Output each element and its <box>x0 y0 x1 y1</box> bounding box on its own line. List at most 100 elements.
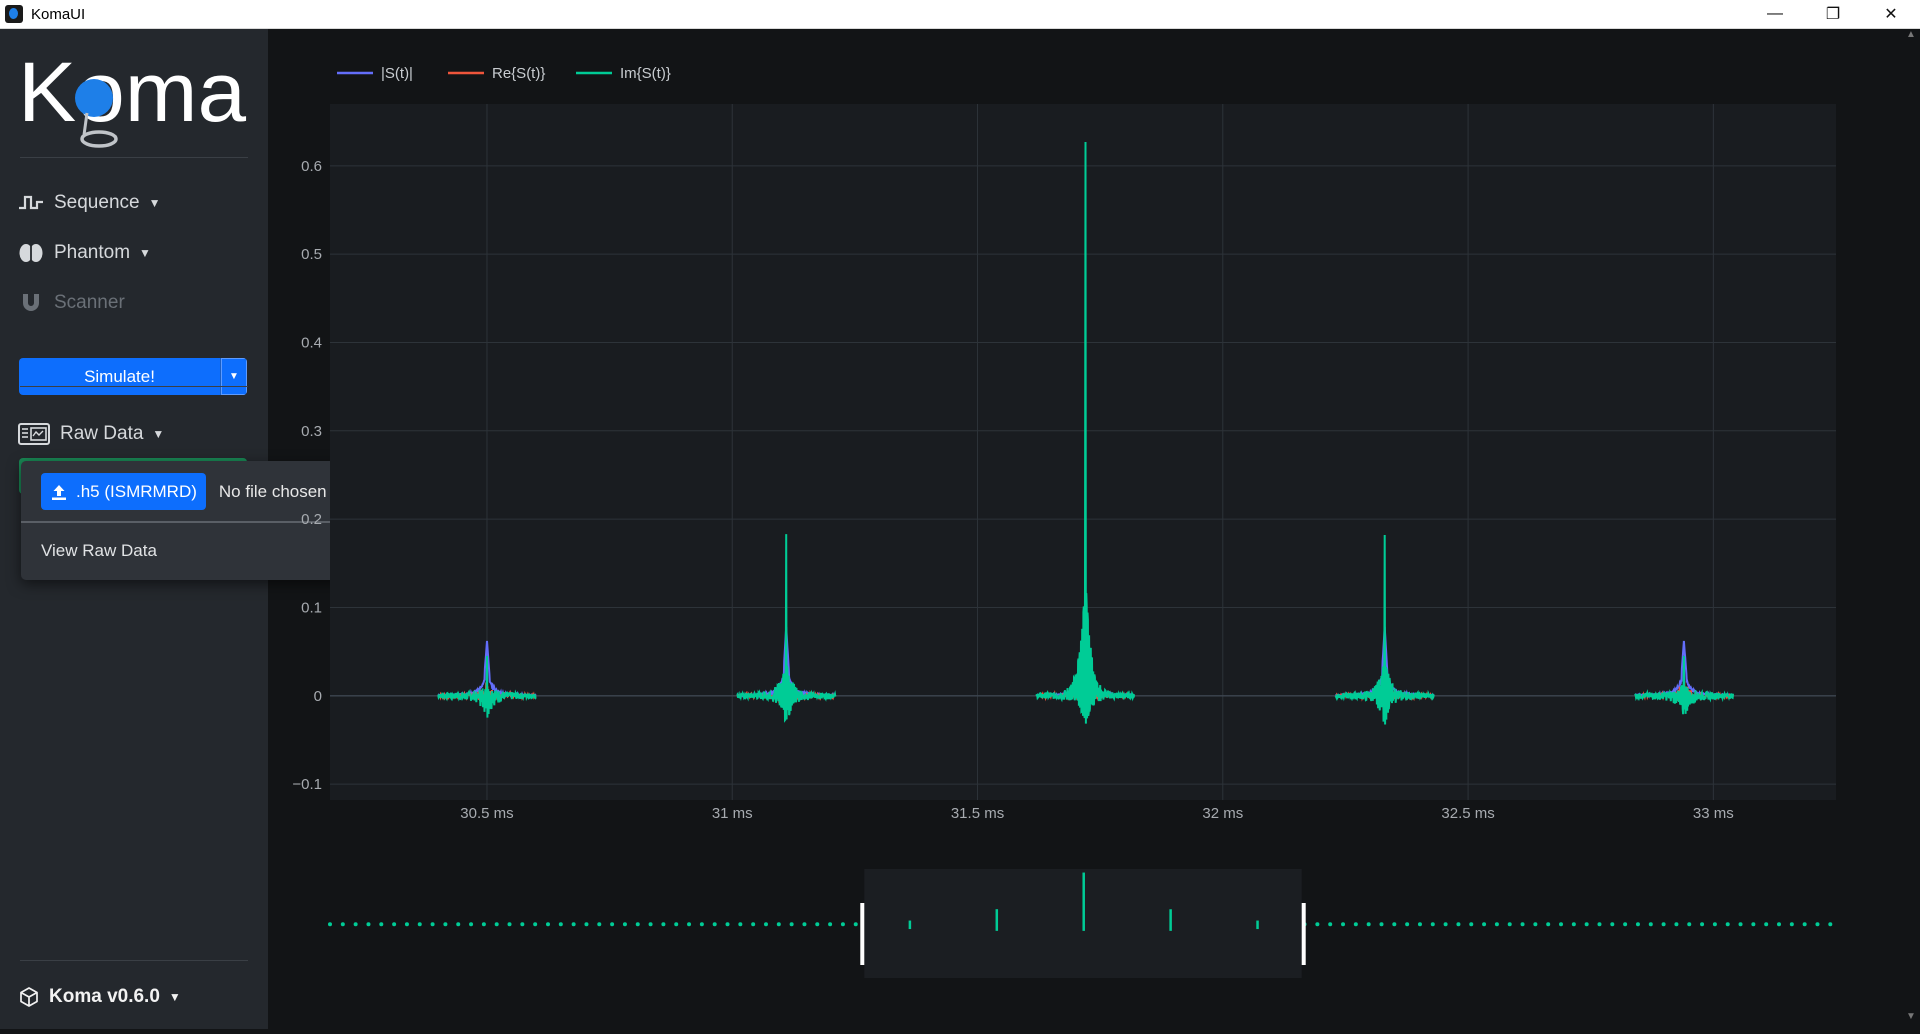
rangeslider-echo-dot <box>1623 922 1628 927</box>
chevron-down-icon: ▼ <box>152 427 165 441</box>
window-title: KomaUI <box>31 5 86 23</box>
simulate-options-toggle[interactable]: ▼ <box>220 358 247 395</box>
close-button[interactable]: ✕ <box>1862 0 1920 29</box>
rangeslider-echo-dot <box>802 922 807 927</box>
sidebar-divider <box>20 960 248 961</box>
rangeslider-echo-dot <box>1610 922 1615 927</box>
version-menu[interactable]: Koma v0.6.0 ▼ <box>18 985 181 1009</box>
logo-text: Koma <box>18 45 246 139</box>
koma-logo: Koma <box>18 45 246 148</box>
rangeslider-echo-dot <box>1712 922 1717 927</box>
sidebar-item-label: Phantom <box>54 242 131 263</box>
rangeslider-echo-dot <box>789 922 794 927</box>
rangeslider-echo-dot <box>840 922 845 927</box>
legend-label[interactable]: |S(t)| <box>381 65 413 82</box>
sidebar-item-raw-data[interactable]: Raw Data ▼ <box>18 422 164 446</box>
rangeslider-echo-dot <box>571 922 576 927</box>
rangeslider-echo-dot <box>1802 922 1807 927</box>
rangeslider-echo-dot <box>751 922 756 927</box>
raw-data-icon <box>18 422 50 446</box>
x-tick-label: 31.5 ms <box>951 805 1004 822</box>
rangeslider-echo-dot <box>520 922 525 927</box>
sidebar-item-phantom[interactable]: Phantom ▼ <box>18 241 151 265</box>
maximize-button[interactable]: ❐ <box>1804 0 1862 29</box>
scroll-up-arrow[interactable]: ▲ <box>1902 29 1920 47</box>
rangeslider-echo-dot <box>1353 922 1358 927</box>
rangeslider-echo-dot <box>1456 922 1461 927</box>
rangeslider-echo-dot <box>507 922 512 927</box>
rangeslider-echo-dot <box>1597 922 1602 927</box>
rangeslider-echo-dot <box>1417 922 1422 927</box>
rangeslider-echo-dot <box>545 922 550 927</box>
sidebar-item-scanner[interactable]: Scanner <box>18 291 125 315</box>
sequence-pulse-icon <box>18 191 44 215</box>
rangeslider-echo-dot <box>1661 922 1666 927</box>
simulate-button[interactable]: Simulate! <box>19 358 220 395</box>
window-title-bar: KomaUI — ❐ ✕ <box>0 0 1920 29</box>
upload-button-label: .h5 (ISMRMRD) <box>76 481 197 501</box>
sidebar-divider <box>20 386 248 387</box>
simulate-button-group: Simulate! ▼ <box>19 358 247 395</box>
rangeslider-echo-dot <box>584 922 589 927</box>
rangeslider-echo-dot <box>1405 922 1410 927</box>
rangeslider-echo-dot <box>597 922 602 927</box>
brain-icon <box>18 241 44 265</box>
cube-icon <box>18 985 40 1009</box>
rangeslider-echo-dot <box>1584 922 1589 927</box>
x-tick-label: 30.5 ms <box>460 805 513 822</box>
scroll-down-arrow[interactable]: ▼ <box>1902 1011 1920 1029</box>
y-tick-label: 0.3 <box>301 423 322 440</box>
rangeslider-echo-dot <box>712 922 717 927</box>
rangeslider-echo-dot <box>481 922 486 927</box>
rangeslider-echo-dot <box>1789 922 1794 927</box>
rangeslider-echo-dot <box>853 922 858 927</box>
y-tick-label: 0.5 <box>301 246 322 263</box>
rangeslider-echo-dot <box>1635 922 1640 927</box>
rangeslider-echo-dot <box>1379 922 1384 927</box>
sidebar-item-label: Raw Data <box>60 423 144 444</box>
x-tick-label: 32 ms <box>1202 805 1243 822</box>
rangeslider-echo-dot <box>1520 922 1525 927</box>
rangeslider-echo-dot <box>1738 922 1743 927</box>
signal-chart[interactable]: 30.5 ms 31 ms 31.5 ms 32 ms 32.5 ms 33 ms −0.1… <box>268 29 1920 1029</box>
rangeslider-echo-dot <box>687 922 692 927</box>
rangeslider-echo-dot <box>1546 922 1551 927</box>
rangeslider-echo-dot <box>1392 922 1397 927</box>
signal-plot-panel: 30.5 ms 31 ms 31.5 ms 32 ms 32.5 ms 33 ms −0.1… <box>268 29 1920 1029</box>
rangeslider-echo-dot <box>1648 922 1653 927</box>
legend-label[interactable]: Im{S(t)} <box>620 65 671 82</box>
rangeslider-echo-dot <box>443 922 448 927</box>
x-tick-label: 31 ms <box>712 805 753 822</box>
rangeslider-echo-dot <box>674 922 679 927</box>
rangeslider-echo-dot <box>1828 922 1833 927</box>
x-tick-label: 33 ms <box>1693 805 1734 822</box>
y-tick-label: 0 <box>314 688 322 705</box>
chevron-down-icon: ▼ <box>148 196 161 210</box>
rangeslider-echo-dot <box>494 922 499 927</box>
rangeslider-echo-dot <box>1341 922 1346 927</box>
legend-label[interactable]: Re{S(t)} <box>492 65 545 82</box>
y-tick-label: 0.1 <box>301 599 322 616</box>
rangeslider-echo-dot <box>417 922 422 927</box>
rangeslider-echo-dot <box>738 922 743 927</box>
rangeslider-echo-dot <box>1777 922 1782 927</box>
rangeslider-echo-dot <box>1328 922 1333 927</box>
rangeslider-echo-dot <box>366 922 371 927</box>
minimize-button[interactable]: — <box>1746 0 1804 29</box>
rangeslider-echo-dot <box>1764 922 1769 927</box>
y-tick-label: 0.2 <box>301 511 322 528</box>
rangeslider-echo-dot <box>1559 922 1564 927</box>
rangeslider-echo-dot <box>456 922 461 927</box>
rangeslider-echo-dot <box>815 922 820 927</box>
view-raw-data-item[interactable]: View Raw Data <box>41 541 157 561</box>
rangeslider-echo-dot <box>1725 922 1730 927</box>
upload-h5-button[interactable]: .h5 (ISMRMRD) <box>41 473 206 510</box>
rangeslider-echo-dot <box>635 922 640 927</box>
rangeslider-echo-dot <box>1507 922 1512 927</box>
rangeslider-echo-dot <box>353 922 358 927</box>
rangeslider-echo-dot <box>404 922 409 927</box>
rangeslider-echo-dot <box>328 922 332 927</box>
rangeslider-echo-dot <box>1700 922 1705 927</box>
sidebar-item-sequence[interactable]: Sequence ▼ <box>18 191 160 215</box>
rangeslider-echo-dot <box>763 922 768 927</box>
